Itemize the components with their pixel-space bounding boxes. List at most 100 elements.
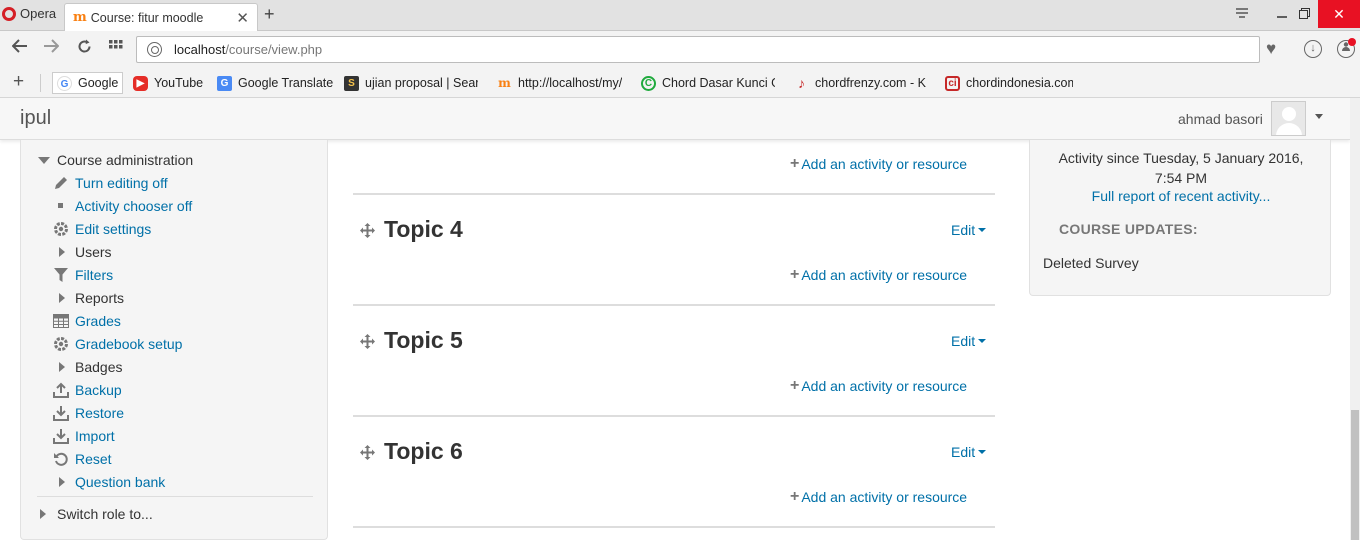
topic-title: Topic 6 (384, 438, 463, 464)
gear-icon (53, 336, 69, 352)
bookmark-ujian-proposal[interactable]: S ujian proposal | Searc (344, 72, 478, 94)
forward-arrow-icon[interactable] (43, 39, 60, 58)
edit-menu-label[interactable]: Edit (951, 333, 975, 349)
admin-item-label[interactable]: Turn editing off (75, 175, 168, 191)
admin-item-label[interactable]: Import (75, 428, 115, 444)
admin-item-grades[interactable]: Grades (53, 311, 121, 331)
topic-divider (353, 193, 995, 195)
topic-edit-menu[interactable]: Edit (951, 222, 987, 238)
site-favicon-icon: S (344, 75, 359, 91)
switch-role-node[interactable]: Switch role to... (40, 504, 153, 524)
admin-item-users[interactable]: Users (59, 242, 112, 262)
bookmark-youtube[interactable]: ▶ YouTube (133, 72, 203, 94)
browser-tab-bar: Opera m Course: fitur moodle ✕ + ✕ (0, 0, 1360, 31)
reload-icon[interactable] (77, 39, 92, 59)
opera-logo-icon (2, 6, 16, 21)
add-activity-button[interactable]: + Add an activity or resource (790, 377, 967, 395)
bookmark-label: chordindonesia.com (966, 76, 1073, 90)
admin-item-reports[interactable]: Reports (59, 288, 124, 308)
admin-item-label[interactable]: Edit settings (75, 221, 151, 237)
tab-menu-icon[interactable] (1222, 0, 1262, 28)
add-activity-label[interactable]: Add an activity or resource (801, 267, 967, 283)
translate-favicon-icon: G (217, 75, 232, 91)
bookmark-localhost-my[interactable]: m http://localhost/my/ (497, 72, 622, 94)
admin-item-label[interactable]: Grades (75, 313, 121, 329)
admin-item-backup[interactable]: Backup (53, 380, 122, 400)
bookmark-heart-icon[interactable]: ♥ (1266, 39, 1276, 59)
avatar[interactable] (1271, 101, 1306, 136)
download-icon (53, 428, 69, 444)
pencil-icon (53, 175, 69, 191)
bookmark-label: http://localhost/my/ (518, 76, 623, 90)
move-icon[interactable] (360, 223, 375, 238)
user-menu-name[interactable]: ahmad basori (1178, 111, 1263, 127)
back-arrow-icon[interactable] (11, 39, 28, 58)
opera-menu-button[interactable]: Opera (0, 0, 62, 27)
admin-item-label[interactable]: Filters (75, 267, 113, 283)
bookmark-label: Chord Dasar Kunci Gi (662, 76, 775, 90)
admin-item-gradebook-setup[interactable]: Gradebook setup (53, 334, 182, 354)
topic-edit-menu[interactable]: Edit (951, 333, 987, 349)
close-window-icon[interactable]: ✕ (1318, 0, 1360, 28)
close-tab-icon[interactable]: ✕ (236, 9, 249, 27)
admin-item-filters[interactable]: Filters (53, 265, 113, 285)
admin-item-label[interactable]: Activity chooser off (75, 198, 192, 214)
admin-item-label[interactable]: Backup (75, 382, 122, 398)
full-report-link[interactable]: Full report of recent activity... (1030, 188, 1332, 204)
add-activity-button[interactable]: + Add an activity or resource (790, 266, 967, 284)
move-icon[interactable] (360, 334, 375, 349)
address-bar[interactable]: localhost/course/view.php (136, 36, 1260, 63)
site-name-link[interactable]: ipul (20, 107, 51, 130)
admin-item-label[interactable]: Restore (75, 405, 124, 421)
activity-since-text: Activity since Tuesday, 5 January 2016, … (1030, 148, 1332, 188)
speed-dial-grid-icon[interactable] (109, 39, 123, 58)
user-menu-caret-icon[interactable] (1315, 114, 1323, 119)
add-activity-button[interactable]: + Add an activity or resource (790, 155, 967, 173)
add-activity-label[interactable]: Add an activity or resource (801, 489, 967, 505)
admin-item-import[interactable]: Import (53, 426, 115, 446)
admin-item-activity-chooser-off[interactable]: Activity chooser off (53, 196, 192, 216)
add-activity-label[interactable]: Add an activity or resource (801, 378, 967, 394)
site-info-globe-icon[interactable] (147, 42, 162, 57)
bookmark-google-translate[interactable]: G Google Translate (217, 72, 333, 94)
topic-title: Topic 5 (384, 327, 463, 353)
admin-item-edit-settings[interactable]: Edit settings (53, 219, 151, 239)
bookmark-label: Google (78, 76, 119, 90)
switch-role-label: Switch role to... (57, 506, 153, 522)
scrollbar-thumb[interactable] (1351, 410, 1359, 540)
upload-icon (53, 382, 69, 398)
admin-item-label[interactable]: Gradebook setup (75, 336, 182, 352)
expand-arrow-icon (59, 477, 65, 487)
edit-menu-label[interactable]: Edit (951, 222, 975, 238)
new-tab-button[interactable]: + (264, 4, 275, 25)
bookmark-google[interactable]: G Google (52, 72, 124, 94)
admin-item-turn-editing-off[interactable]: Turn editing off (53, 173, 168, 193)
add-bookmark-icon[interactable]: + (13, 71, 24, 93)
course-updates-heading: COURSE UPDATES: (1059, 221, 1198, 237)
move-icon[interactable] (360, 445, 375, 460)
tab-title: Course: fitur moodle (90, 10, 204, 25)
admin-item-label[interactable]: Reset (75, 451, 112, 467)
bookmark-chordfrenzy[interactable]: ♪ chordfrenzy.com - Ko (794, 72, 926, 94)
browser-tab-active[interactable]: m Course: fitur moodle ✕ (64, 3, 258, 31)
collapse-arrow-icon (38, 156, 50, 164)
topic-edit-menu[interactable]: Edit (951, 444, 987, 460)
admin-item-question-bank[interactable]: Question bank (59, 472, 165, 492)
admin-item-restore[interactable]: Restore (53, 403, 124, 423)
admin-item-badges[interactable]: Badges (59, 357, 122, 377)
notification-badge (1348, 38, 1356, 46)
admin-item-reset[interactable]: Reset (53, 449, 112, 469)
admin-item-label[interactable]: Question bank (75, 474, 165, 490)
download-icon (53, 405, 69, 421)
url-path: /course/view.php (225, 42, 323, 57)
add-activity-label[interactable]: Add an activity or resource (801, 156, 967, 172)
download-icon[interactable]: ↓ (1304, 40, 1322, 58)
course-administration-node[interactable]: Course administration (38, 150, 193, 170)
plus-icon: + (790, 266, 800, 283)
chevron-down-icon (978, 228, 987, 232)
bookmark-chord-dasar[interactable]: C Chord Dasar Kunci Gi (641, 72, 775, 94)
add-activity-button[interactable]: + Add an activity or resource (790, 488, 967, 506)
edit-menu-label[interactable]: Edit (951, 444, 975, 460)
bookmark-label: chordfrenzy.com - Ko (815, 76, 926, 90)
bookmark-chordindonesia[interactable]: ci chordindonesia.com (945, 72, 1073, 94)
